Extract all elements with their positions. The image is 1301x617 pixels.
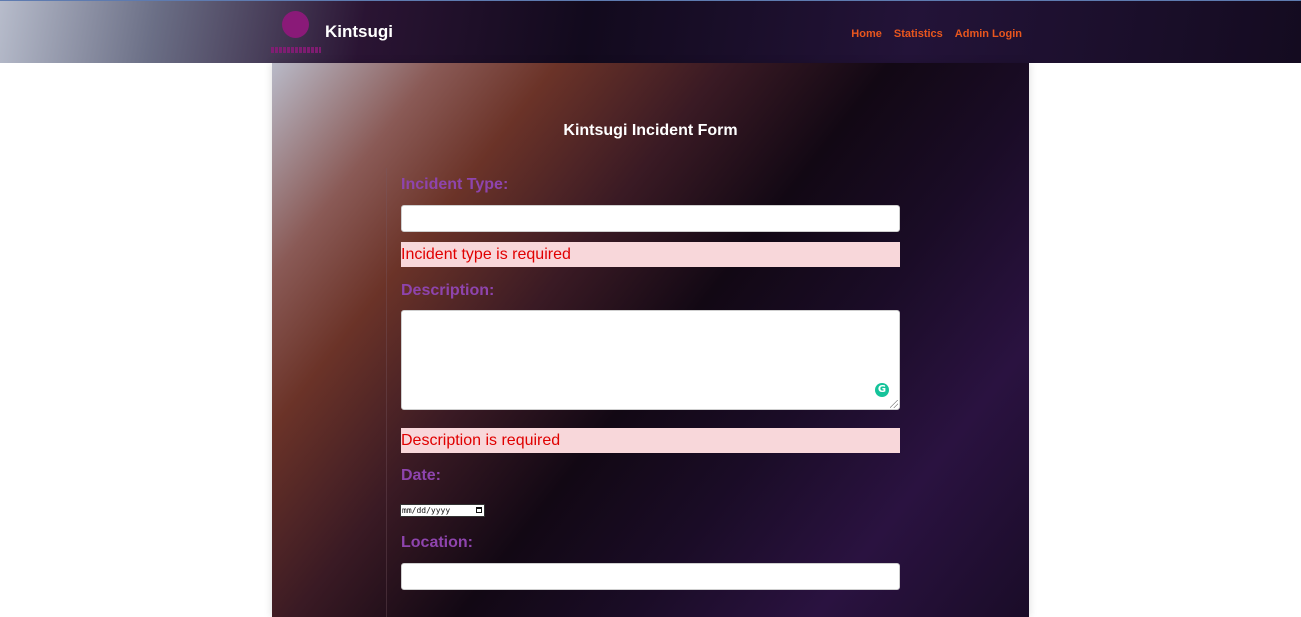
brand-name[interactable]: Kintsugi — [325, 22, 393, 42]
description-textarea[interactable]: G — [401, 310, 900, 410]
nav-statistics-link[interactable]: Statistics — [894, 28, 943, 40]
form-left-border — [386, 168, 387, 617]
logo-caption — [271, 47, 321, 53]
date-input[interactable]: mm/dd/yyyy — [400, 504, 485, 517]
description-label: Description: — [401, 282, 495, 299]
location-input[interactable] — [401, 563, 900, 590]
incident-type-label: Incident Type: — [401, 176, 509, 193]
calendar-icon[interactable] — [476, 507, 482, 513]
nav-admin-login-link[interactable]: Admin Login — [955, 28, 1022, 40]
resize-handle[interactable] — [890, 400, 898, 408]
logo-icon[interactable] — [271, 9, 321, 57]
logo-circle — [282, 11, 309, 38]
navbar: Kintsugi Home Statistics Admin Login — [0, 0, 1301, 63]
nav-home-link[interactable]: Home — [851, 28, 882, 40]
grammarly-icon[interactable]: G — [875, 383, 889, 397]
incident-type-input[interactable] — [401, 205, 900, 232]
form-container: Kintsugi Incident Form Incident Type: In… — [272, 63, 1029, 617]
date-placeholder: mm/dd/yyyy — [402, 506, 451, 515]
description-error: Description is required — [401, 428, 900, 453]
location-label: Location: — [401, 534, 473, 551]
incident-type-error: Incident type is required — [401, 242, 900, 267]
date-label: Date: — [401, 467, 442, 484]
nav-links: Home Statistics Admin Login — [851, 28, 1022, 40]
form-title: Kintsugi Incident Form — [563, 122, 738, 139]
